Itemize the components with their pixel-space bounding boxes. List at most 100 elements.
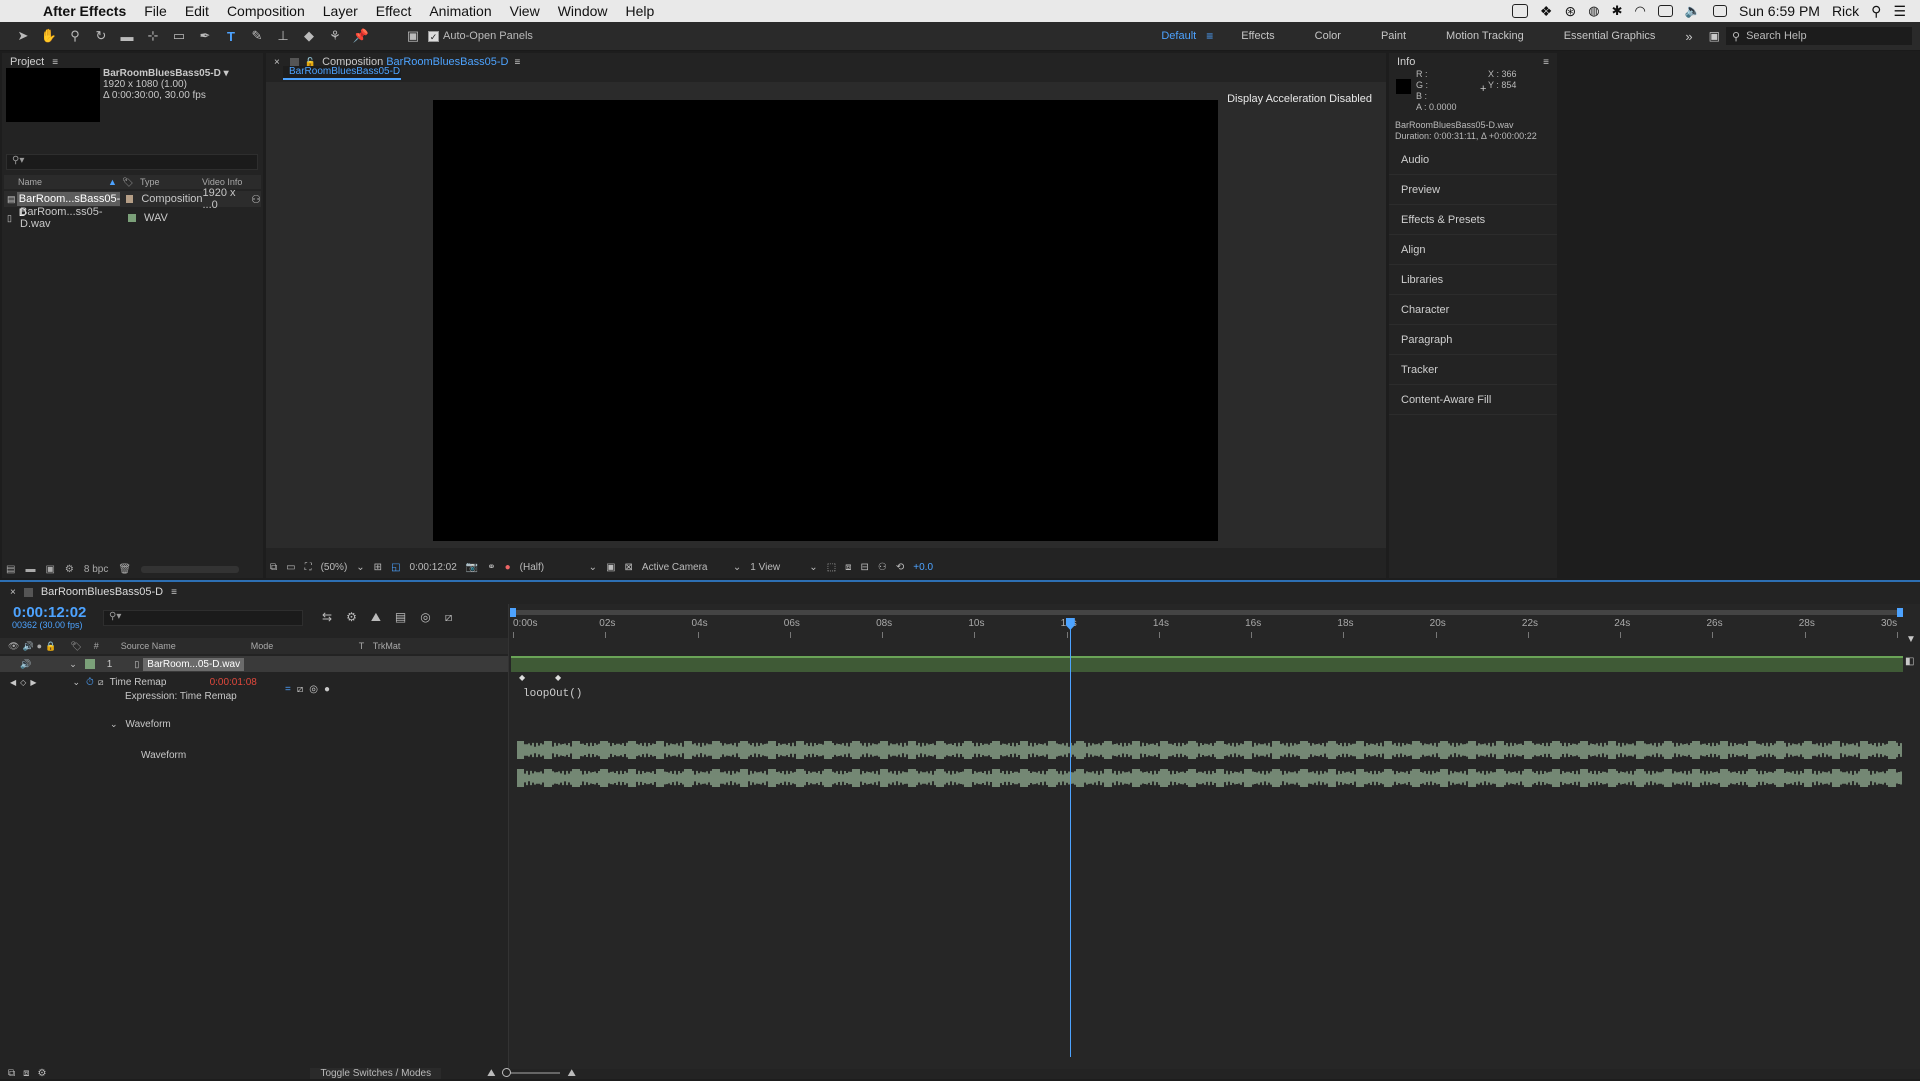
column-name[interactable]: Name	[4, 177, 108, 187]
snapshot-icon[interactable]: 📷	[466, 562, 478, 573]
panel-menu-icon[interactable]: ≡	[514, 57, 520, 68]
shy-layers-icon[interactable]: ⛰	[371, 610, 381, 625]
workspace-toggle-icon[interactable]: ▣	[1703, 29, 1726, 43]
time-ruler[interactable]: 0:00s02s04s06s08s10s12s14s16s18s20s22s24…	[513, 618, 1901, 638]
label-column-icon[interactable]: 🏷	[70, 641, 81, 652]
workspace-default[interactable]: Default	[1141, 30, 1206, 42]
menu-layer[interactable]: Layer	[314, 3, 367, 19]
comp-canvas[interactable]	[433, 100, 1218, 541]
chevron-down-icon[interactable]: ⌄	[356, 562, 364, 573]
cc-icon[interactable]	[1511, 4, 1528, 18]
chevron-down-icon[interactable]: ⌄	[809, 562, 817, 573]
menu-effect[interactable]: Effect	[367, 3, 421, 19]
zoom-dropdown[interactable]: (50%)	[321, 562, 348, 573]
panel-character[interactable]: Character	[1389, 295, 1557, 325]
audio-toggle-icon[interactable]: 🔊	[20, 659, 31, 670]
fast-previews-icon[interactable]: ⧈	[845, 562, 851, 573]
mask-visibility-icon[interactable]: ◱	[391, 562, 400, 573]
layer-label-swatch[interactable]	[84, 659, 95, 669]
layer-bar-end-icon[interactable]: ◧	[1905, 656, 1914, 667]
zoom-slider-knob[interactable]	[501, 1068, 511, 1077]
keyframe-end[interactable]: ◆	[555, 673, 561, 682]
zoom-in-icon[interactable]: ⛰	[568, 1068, 576, 1079]
trash-icon[interactable]: 🗑	[118, 564, 131, 575]
work-area-end-handle[interactable]	[1897, 608, 1903, 617]
audio-switch-icon[interactable]: 🔊	[22, 641, 33, 652]
vr-icon[interactable]: ⛶	[305, 562, 312, 573]
timeline-end-marker-icon[interactable]: ▼	[1906, 634, 1916, 645]
panel-menu-icon[interactable]: ≡	[52, 57, 58, 68]
workspace-menu-icon[interactable]: ≡	[1206, 29, 1221, 43]
flowchart-icon[interactable]: ⚇	[878, 562, 887, 573]
puppet-pin-tool-icon[interactable]: 📌	[350, 25, 372, 47]
column-mode[interactable]: Mode	[251, 641, 359, 651]
zoom-tool-icon[interactable]: ⚲	[64, 25, 86, 47]
project-row-composition[interactable]: ▤ BarRoom...sBass05-D Composition 1920 x…	[4, 187, 261, 219]
panel-align[interactable]: Align	[1389, 235, 1557, 265]
always-preview-icon[interactable]: ⧉	[270, 562, 277, 573]
toggle-switches-modes[interactable]: Toggle Switches / Modes	[310, 1067, 442, 1079]
panel-audio[interactable]: Audio	[1389, 145, 1557, 175]
timeline-search-input[interactable]: ⚲▾	[103, 610, 303, 626]
work-area-start-handle[interactable]	[510, 608, 516, 617]
camera-tool-icon[interactable]: ▬	[116, 25, 138, 47]
bluetooth-icon[interactable]: ✱	[1612, 3, 1623, 19]
project-search-input[interactable]: ⚲▾	[6, 154, 258, 170]
evernote-icon[interactable]: ◍	[1588, 3, 1599, 19]
auto-open-checkbox[interactable]: ✓	[428, 30, 439, 42]
spotlight-icon[interactable]: ⚲	[1871, 3, 1881, 20]
hand-tool-icon[interactable]: ✋	[38, 25, 60, 47]
type-tool-icon[interactable]: T	[220, 25, 242, 47]
roto-brush-tool-icon[interactable]: ⚘	[324, 25, 346, 47]
toggle-pixel-aspect-icon[interactable]: ⬚	[827, 562, 836, 573]
more-workspaces-icon[interactable]: »	[1675, 29, 1702, 44]
panel-preview[interactable]: Preview	[1389, 175, 1557, 205]
work-area-bar[interactable]	[512, 610, 1902, 615]
menu-edit[interactable]: Edit	[176, 3, 218, 19]
panel-effects-presets[interactable]: Effects & Presets	[1389, 205, 1557, 235]
dropbox-icon[interactable]: ❖	[1540, 3, 1553, 20]
rotate-tool-icon[interactable]: ↻	[90, 25, 112, 47]
thumbnail-slider[interactable]	[141, 565, 240, 573]
panel-paragraph[interactable]: Paragraph	[1389, 325, 1557, 355]
clone-stamp-tool-icon[interactable]: ⊥	[272, 25, 294, 47]
airplay-icon[interactable]	[1657, 5, 1673, 17]
expression-enable-icon[interactable]: =	[285, 684, 291, 695]
project-row-wav[interactable]: ▯ BarRoom...ss05-D.wav WAV	[4, 206, 261, 230]
expression-graph-icon[interactable]: ⧄	[297, 684, 303, 695]
workspace-essential-graphics[interactable]: Essential Graphics	[1544, 30, 1676, 42]
creative-cloud-icon[interactable]: ⊛	[1564, 3, 1576, 20]
views-dropdown[interactable]: 1 View	[750, 562, 800, 573]
pen-tool-icon[interactable]: ✒	[194, 25, 216, 47]
transfer-controls-icon[interactable]: ⧈	[23, 1068, 29, 1079]
label-color-swatch[interactable]	[126, 195, 134, 203]
fit-icon[interactable]: ⊞	[374, 562, 382, 573]
menu-window[interactable]: Window	[549, 3, 617, 19]
graph-editor-icon[interactable]: ⧄	[445, 610, 453, 625]
twirl-down-icon[interactable]: ⌄	[69, 659, 77, 670]
comp-mini-flowchart-icon[interactable]: ⇆	[322, 610, 332, 625]
expression-language-menu-icon[interactable]: ●	[324, 684, 330, 695]
column-source-name[interactable]: Source Name	[121, 641, 251, 651]
expression-text[interactable]: loopOut()	[523, 688, 582, 700]
layer-row[interactable]: 🔊 ⌄ 1 ▯ BarRoom...05-D.wav	[0, 656, 508, 672]
in-out-icon[interactable]: ⚙	[38, 1068, 47, 1079]
workspace-color[interactable]: Color	[1295, 30, 1361, 42]
current-time-display[interactable]: 0:00:12:02	[410, 562, 457, 573]
show-snapshot-icon[interactable]: ⚭	[487, 562, 495, 573]
rectangle-tool-icon[interactable]: ▭	[168, 25, 190, 47]
project-settings-icon[interactable]: ⚙	[65, 564, 74, 575]
panel-tracker[interactable]: Tracker	[1389, 355, 1557, 385]
user-name[interactable]: Rick	[1832, 3, 1859, 19]
column-video-info[interactable]: Video Info	[202, 177, 242, 187]
layer-switches-icon[interactable]: ⧉	[8, 1068, 15, 1079]
graph-icon[interactable]: ⧄	[98, 677, 104, 688]
interpret-footage-icon[interactable]: ▤	[6, 564, 15, 575]
prev-keyframe-icon[interactable]: ◀	[10, 678, 16, 687]
new-folder-icon[interactable]: ▬	[25, 564, 35, 575]
chevron-down-icon[interactable]: ⌄	[733, 562, 741, 573]
comp-subtab[interactable]: BarRoomBluesBass05-D	[283, 66, 401, 80]
zoom-out-icon[interactable]: ⛰	[487, 1068, 495, 1079]
chevron-down-icon[interactable]: ⌄	[589, 562, 597, 573]
twirl-down-icon[interactable]: ⌄	[110, 719, 118, 730]
